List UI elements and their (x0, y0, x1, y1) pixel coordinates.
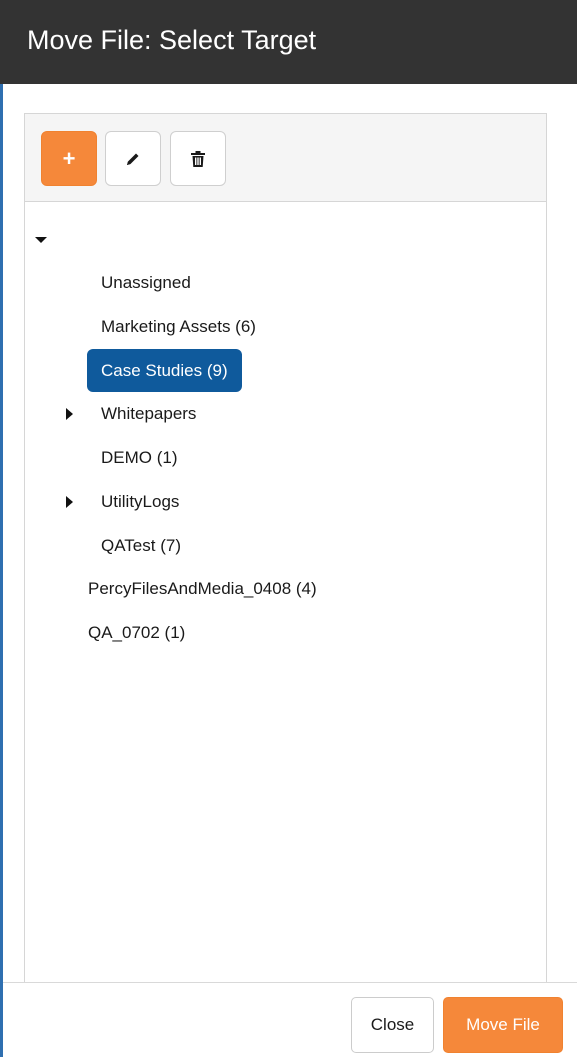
plus-icon: + (62, 145, 76, 171)
edit-folder-button[interactable] (105, 131, 161, 186)
trash-icon (191, 150, 205, 167)
dialog-title: Move File: Select Target (27, 25, 317, 55)
tree-item[interactable]: PercyFilesAndMedia_0408 (4) (88, 572, 317, 606)
tree-item[interactable]: Whitepapers (101, 397, 196, 431)
tree-item-selected[interactable]: Case Studies (9) (87, 349, 242, 392)
tree-item-label: QATest (7) (101, 536, 181, 555)
move-file-button[interactable]: Move File (443, 997, 563, 1053)
delete-folder-button[interactable] (170, 131, 226, 186)
tree-item-label: Marketing Assets (6) (101, 317, 256, 336)
tree-item-label: Whitepapers (101, 404, 197, 423)
tree-item[interactable]: QA_0702 (1) (88, 616, 185, 650)
root-caret-down-icon[interactable] (35, 237, 47, 243)
caret-right-icon[interactable] (66, 496, 73, 508)
tree-item-label: DEMO (1) (101, 448, 178, 467)
caret-right-icon[interactable] (66, 408, 73, 420)
tree-item[interactable]: DEMO (1) (101, 441, 178, 475)
move-file-dialog: Move File: Select Target + Unassigned Ma… (0, 0, 577, 1057)
folder-toolbar: + (25, 114, 546, 202)
close-button[interactable]: Close (351, 997, 434, 1053)
tree-item-label: Case Studies (9) (101, 361, 228, 380)
tree-item-label: Unassigned (101, 273, 191, 292)
tree-item-label: UtilityLogs (101, 492, 180, 511)
tree-item-label: QA_0702 (1) (88, 623, 186, 642)
tree-item[interactable]: UtilityLogs (101, 485, 179, 519)
tree-item[interactable]: QATest (7) (101, 529, 181, 563)
folder-panel: + Unassigned Marketing Assets (6) Case S… (24, 113, 547, 1057)
add-folder-button[interactable]: + (41, 131, 97, 186)
dialog-left-border (0, 84, 3, 1057)
pencil-icon (127, 153, 139, 165)
dialog-header: Move File: Select Target (0, 0, 577, 84)
dialog-footer: Close Move File (3, 983, 577, 1057)
tree-item[interactable]: Marketing Assets (6) (101, 310, 256, 344)
tree-item[interactable]: Unassigned (101, 266, 191, 300)
tree-item-label: PercyFilesAndMedia_0408 (4) (88, 579, 317, 598)
